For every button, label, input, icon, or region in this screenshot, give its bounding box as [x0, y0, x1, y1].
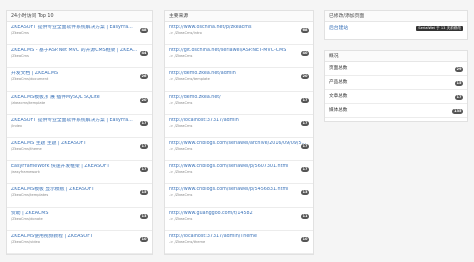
source-item-path: -> /ZkeaCms	[169, 170, 193, 175]
source-item[interactable]: http://www.cnblogs.com/seriawei/archive/…	[165, 138, 313, 162]
source-item[interactable]: http://www.oschina.net/p/zkeacms -> /Zkea…	[165, 22, 313, 46]
top10-item[interactable]: ZKEASOFT 提供专业全面软件系统解决方案 | EasyFra.../Zke…	[7, 22, 152, 46]
recent-panel: 已修改/添加页面 后台建站 SerialWei 于 13 天前修改	[324, 10, 468, 40]
recent-title: 已修改/添加页面	[325, 11, 467, 22]
count-badge: 40	[300, 51, 309, 57]
top10-item-path: /ZkeaCms/document	[11, 77, 49, 82]
count-badge: 44	[139, 51, 148, 57]
top10-item-path: /ZkeaCms/theme	[11, 146, 42, 151]
count-badge: 11	[300, 213, 309, 219]
count-badge: 13	[300, 190, 309, 196]
overview-label: 媒体总数	[329, 108, 348, 113]
recent-page-link[interactable]: 后台建站	[329, 26, 348, 31]
top10-item[interactable]: ZKEACMS模板 显示模板 | ZKEASOFT/ZkeaCms/templa…	[7, 184, 152, 208]
top10-item[interactable]: 赞助 | ZKEACMS/ZkeaCms/donate 13	[7, 208, 152, 231]
count-badge: 17	[139, 120, 148, 126]
source-item-path: -> /ZkeaCms/intro	[169, 31, 202, 35]
top10-item-path: /index	[11, 123, 23, 128]
source-item-path: -> /ZkeaCms	[169, 216, 193, 221]
top10-item-title[interactable]: ZKEACMS - 基于ASP.Net MVC 的开源CMS框架 | ZKEA.…	[11, 48, 148, 54]
recent-modified-tag: SerialWei 于 13 天前修改	[416, 26, 463, 31]
top10-item-path: /ZkeaCms/video	[11, 239, 40, 244]
sources-panel: 主要来源 http://www.oschina.net/p/zkeacms -> …	[164, 10, 314, 255]
top10-title: 24小时访问 Top 10	[7, 11, 152, 22]
top10-item[interactable]: ZKEACMS 主题 主题 | ZKEASOFT/ZkeaCms/theme 17	[7, 138, 152, 162]
count-badge: 20	[300, 74, 309, 80]
top10-item-path: /ZkeaCms	[11, 54, 29, 59]
source-item[interactable]: http://www.cnblogs.com/seriawei/p/545683…	[165, 184, 313, 208]
count-badge: 17	[139, 143, 148, 149]
source-item-path: -> /ZkeaCms	[169, 100, 193, 105]
top10-item-path: /ZkeaCms/donate	[11, 216, 43, 221]
source-item[interactable]: http://demo.zkea.net/-> /ZkeaCms 17	[165, 92, 313, 115]
source-item-path: -> /ZkeaCms/theme	[169, 239, 206, 244]
overview-row[interactable]: 产品总数 15	[325, 76, 467, 90]
sources-title: 主要来源	[165, 11, 313, 22]
recent-body: 后台建站 SerialWei 于 13 天前修改	[325, 22, 467, 38]
source-item[interactable]: http://localhost:37317/admin -> /ZkeaCms 1…	[165, 115, 313, 138]
overview-row[interactable]: 媒体总数 135	[325, 104, 467, 118]
source-item-path: -> /ZkeaCms	[169, 146, 193, 151]
count-badge: 13	[139, 213, 148, 219]
source-item[interactable]: http://demo.zkea.net/admin -> /ZkeaCms/te…	[165, 68, 313, 92]
count-badge: 26	[139, 74, 148, 80]
top10-item[interactable]: ZKEACMS - 基于ASP.Net MVC 的开源CMS框架 | ZKEA.…	[7, 45, 152, 69]
top10-item-title[interactable]: ZKEASOFT 提供专业全面软件系统解决方案 | EasyFra...	[11, 25, 148, 31]
overview-title: 概况	[325, 51, 467, 62]
count-badge: 15	[454, 80, 463, 86]
source-item[interactable]: http://www.guanggoo.com/t/14582 -> /ZkeaC…	[165, 208, 313, 231]
overview-list: 页面总数 29 产品总数 15 文章总数 17 媒体总数 135	[325, 62, 467, 118]
count-badge: 48	[139, 28, 148, 33]
count-badge: 10	[139, 236, 148, 242]
top10-list: ZKEASOFT 提供专业全面软件系统解决方案 | EasyFra.../Zke…	[7, 22, 152, 254]
count-badge: 17	[300, 97, 309, 103]
top10-item[interactable]: ZKEACMS使用视频教程 | ZKEASOFT/ZkeaCms/video 10	[7, 231, 152, 254]
count-badge: 17	[300, 167, 309, 173]
count-badge: 20	[139, 97, 148, 103]
sources-list: http://www.oschina.net/p/zkeacms -> /Zkea…	[165, 22, 313, 254]
source-item-path: -> /ZkeaCms	[169, 123, 193, 128]
count-badge: 17	[300, 120, 309, 126]
top10-item[interactable]: ZKEASOFT 提供专业全面软件系统解决方案 | EasyFra.../ind…	[7, 115, 152, 138]
source-item[interactable]: http://www.cnblogs.com/seriawei/p/560730…	[165, 161, 313, 185]
top10-item[interactable]: 开发文档 | ZKEACMS/ZkeaCms/document 26	[7, 68, 152, 92]
top10-item[interactable]: EasyFrameWork 快速开发框架 | ZKEASOFT/easyfram…	[7, 161, 152, 185]
overview-row[interactable]: 页面总数 29	[325, 62, 467, 76]
overview-label: 产品总数	[329, 80, 348, 85]
count-badge: 17	[139, 167, 148, 173]
count-badge: 10	[300, 236, 309, 242]
count-badge: 29	[454, 66, 463, 72]
top10-item-path: /zkeacms/template	[11, 100, 46, 105]
source-item-path: -> /ZkeaCms	[169, 193, 193, 198]
top10-item-path: /easyframework	[11, 170, 40, 175]
overview-row[interactable]: 文章总数 17	[325, 90, 467, 104]
count-badge: 68	[300, 28, 309, 33]
count-badge: 135	[452, 108, 463, 114]
overview-panel: 概况 页面总数 29 产品总数 15 文章总数 17 媒体总数 135	[324, 50, 468, 122]
overview-label: 文章总数	[329, 94, 348, 99]
source-item-path: -> /ZkeaCms	[169, 54, 193, 59]
source-item[interactable]: http://localhost:37317/admin/Theme -> /Zk…	[165, 231, 313, 254]
overview-label: 页面总数	[329, 66, 348, 71]
count-badge: 15	[139, 190, 148, 196]
top10-item-path: /ZkeaCms/templates	[11, 193, 49, 198]
count-badge: 17	[300, 143, 309, 149]
top10-item-title[interactable]: ZKEASOFT 提供专业全面软件系统解决方案 | EasyFra...	[11, 118, 148, 124]
source-item-path: -> /ZkeaCms/template	[169, 77, 210, 82]
count-badge: 17	[454, 94, 463, 100]
top10-panel: 24小时访问 Top 10 ZKEASOFT 提供专业全面软件系统解决方案 | …	[6, 10, 153, 255]
source-item[interactable]: http://git.oschina.net/seriawei/ASP.NET-…	[165, 45, 313, 69]
top10-item[interactable]: ZKEACMS模板,扩展 插件MySQL SQLite/zkeacms/temp…	[7, 92, 152, 115]
top10-item-path: /ZkeaCms	[11, 31, 29, 35]
